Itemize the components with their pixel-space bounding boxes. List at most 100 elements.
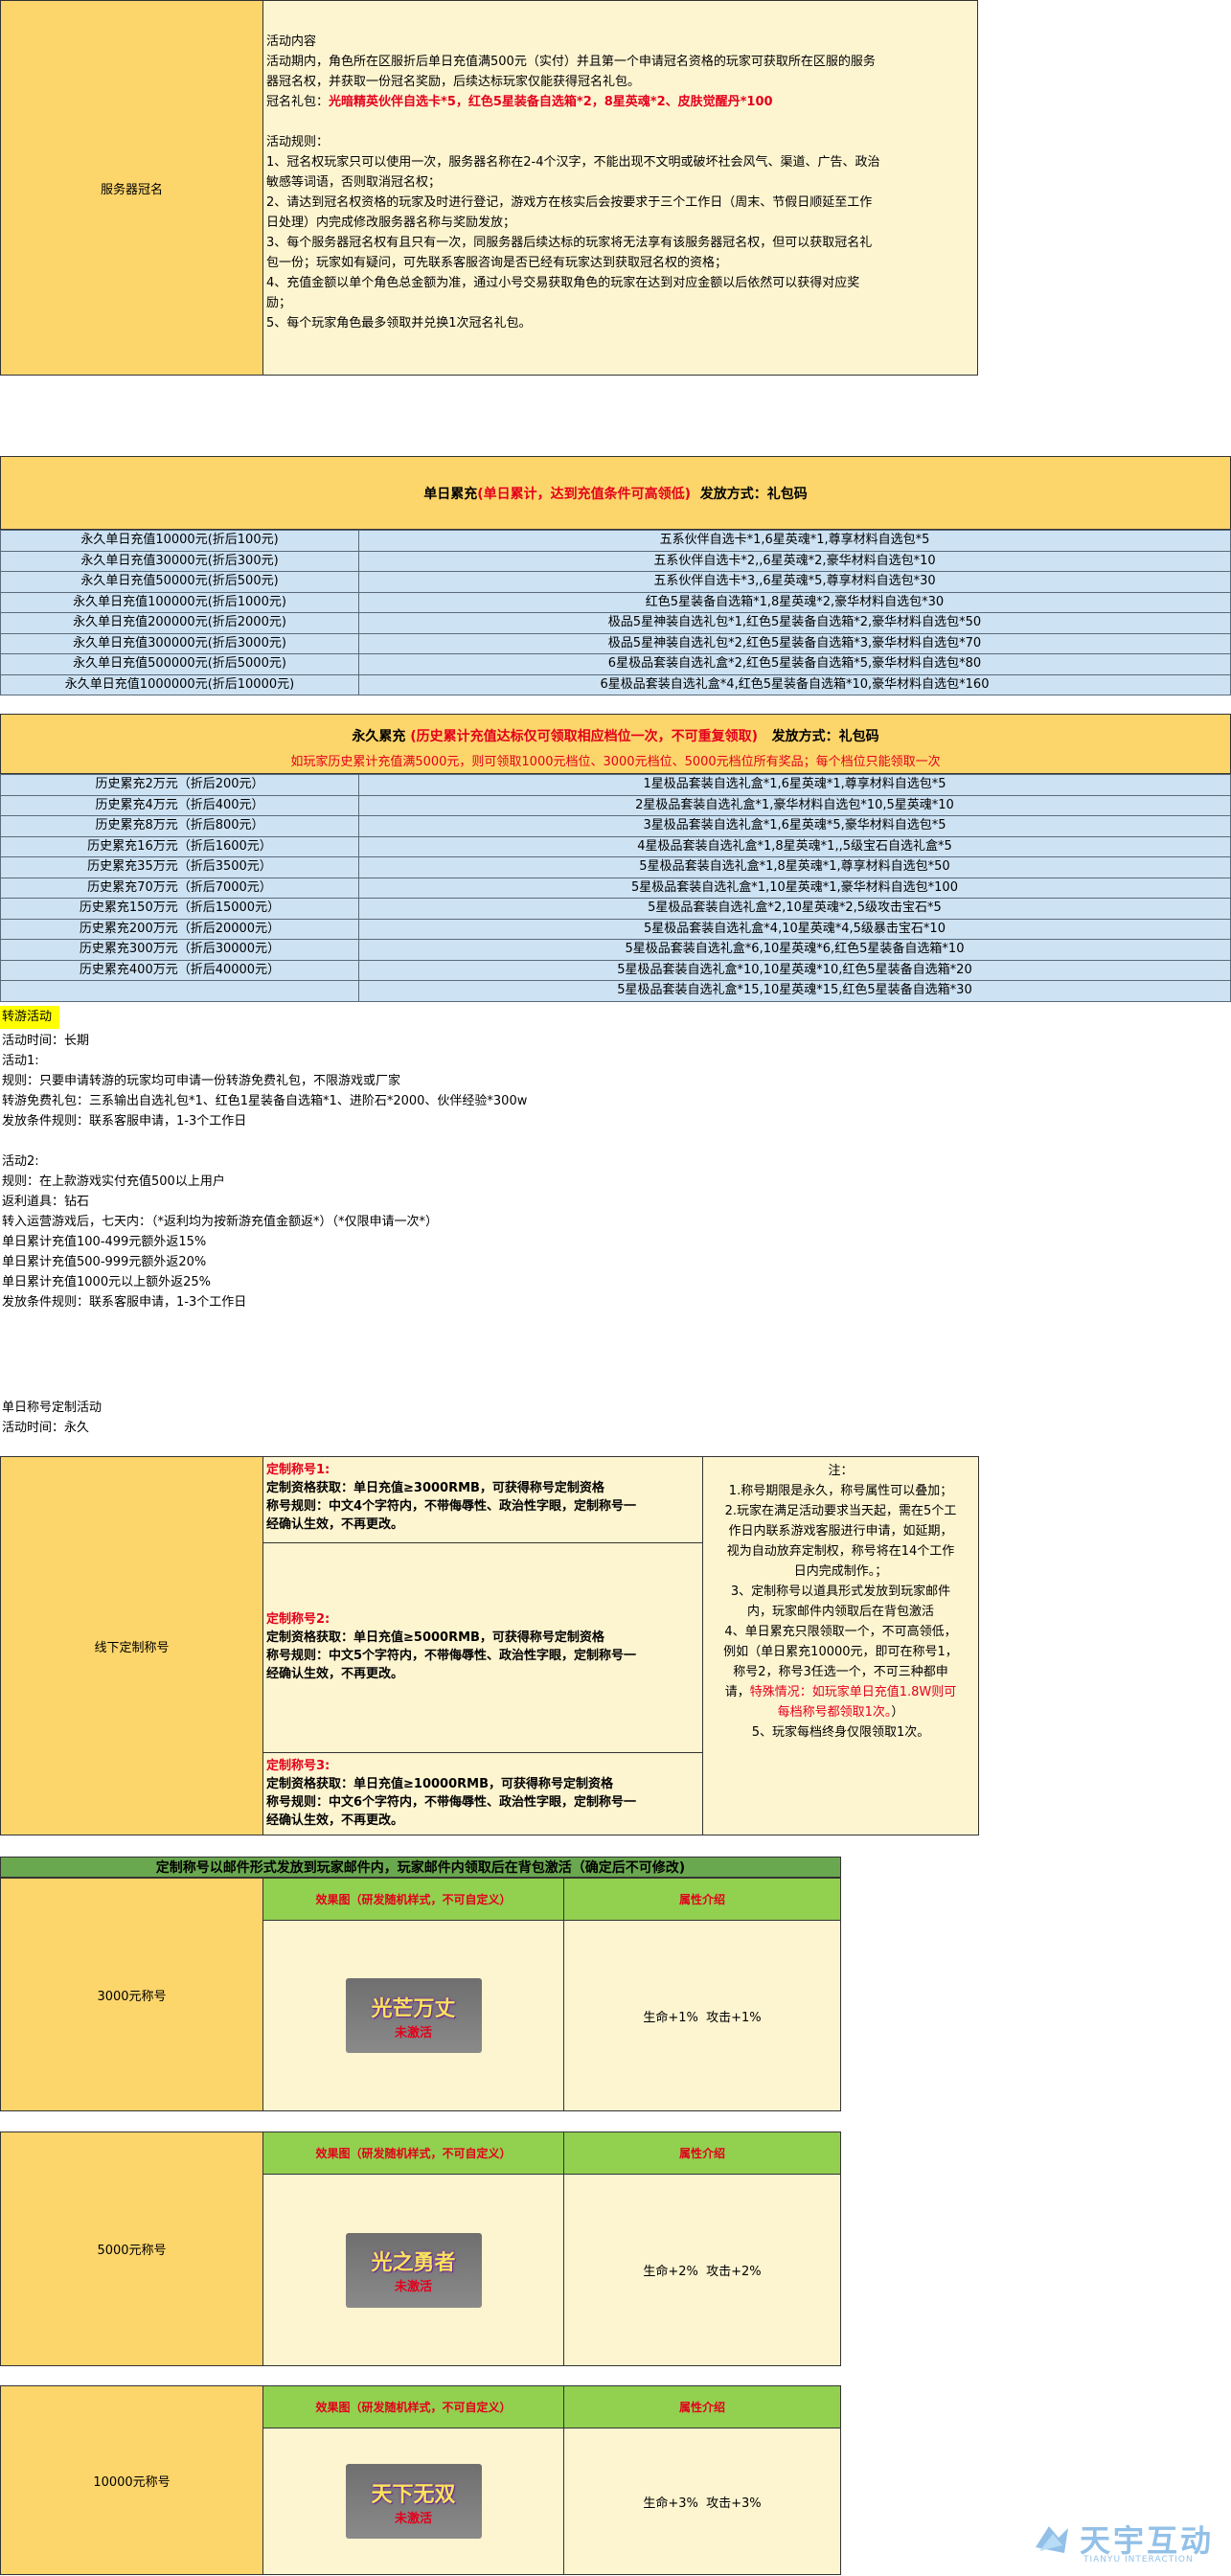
table-row: 历史累充70万元（折后7000元） 5星极品套装自选礼盒*1,10星英魂*1,豪华… bbox=[0, 877, 1231, 899]
custom-label-cell: 线下定制称号 bbox=[0, 1456, 263, 1835]
table-row: 历史累充200万元（折后20000元） 5星极品套装自选礼盒*4,10星英魂*4,… bbox=[0, 918, 1231, 940]
tier-reward-cell: 5星极品套装自选礼盒*15,10星英魂*15,红色5星装备自选箱*30 bbox=[358, 980, 1231, 1002]
rule-line: 敏感等词语，否则取消冠名权； bbox=[266, 175, 442, 190]
title-attr-cell: 生命+2% 攻击+2% bbox=[563, 2174, 841, 2366]
tier-reward-cell: 5星极品套装自选礼盒*1,10星英魂*1,豪华材料自选包*100 bbox=[358, 877, 1231, 899]
rule-line: 3、每个服务器冠名权有且只有一次，同服务器后续达标的玩家将无法享有该服务器冠名权… bbox=[266, 236, 873, 250]
custom-notes: 注： 1.称号期限是永久，称号属性可以叠加； 2.玩家在满足活动要求当天起，需在… bbox=[702, 1456, 979, 1835]
daily-head-red: (单日累计，达到充值条件可高领低) bbox=[477, 486, 692, 502]
title-effect-cell: 光芒万丈 未激活 bbox=[262, 1920, 564, 2111]
table-row: 永久单日充值200000元(折后2000元) 极品5星神装自选礼包*1,红色5星装… bbox=[0, 612, 1231, 634]
tier-condition-cell: 永久单日充值10000元(折后100元) bbox=[0, 530, 359, 552]
table-row: 历史累充16万元（折后1600元） 4星极品套装自选礼盒*1,8星英魂*1,,5级… bbox=[0, 835, 1231, 857]
tier-rule: 定制资格获取：单日充值≥3000RMB，可获得称号定制资格 bbox=[266, 1481, 604, 1495]
table-row: 历史累充8万元（折后800元） 3星极品套装自选礼盒*1,6星英魂*5,豪华材料自… bbox=[0, 815, 1231, 837]
title-art-text: 光芒万丈 bbox=[371, 1995, 456, 2021]
attr-header-text: 属性介绍 bbox=[678, 2401, 725, 2414]
tier-condition-cell: 历史累充4万元（折后400元） bbox=[0, 794, 359, 816]
content-title: 活动内容 bbox=[266, 34, 317, 49]
attr-header-text: 属性介绍 bbox=[678, 2147, 725, 2160]
daily-head-suffix: 发放方式：礼包码 bbox=[691, 486, 808, 502]
transfer-line: 单日累计充值100-499元额外返15% bbox=[2, 1235, 207, 1249]
tier-condition-cell: 历史累充16万元（折后1600元） bbox=[0, 835, 359, 857]
tier-reward-cell: 5星极品套装自选礼盒*10,10星英魂*10,红色5星装备自选箱*20 bbox=[358, 959, 1231, 981]
rule-line: 包一份；玩家如有疑问，可先联系客服咨询是否已经有玩家达到获取冠名权的资格； bbox=[266, 256, 728, 270]
table-row: 历史累充35万元（折后3500元） 5星极品套装自选礼盒*1,8星英魂*1,尊享材… bbox=[0, 856, 1231, 878]
custom-heading: 单日称号定制活动 活动时间：永久 bbox=[2, 1398, 102, 1438]
titles-banner: 定制称号以邮件形式发放到玩家邮件内，玩家邮件内领取后在背包激活（确定后不可修改) bbox=[0, 1857, 841, 1878]
note-line: 4、单日累充只限领取一个，不可高领低， bbox=[724, 1625, 957, 1639]
tier-rule: 称号规则：中文5个字符内，不带侮辱性、政治性字眼，定制称号一 bbox=[266, 1649, 637, 1663]
transfer-line: 转入运营游戏后，七天内：（*返利均为按新游充值金额返*）（*仅限申请一次*） bbox=[2, 1215, 439, 1229]
note-line: 每档称号都领取1次。） bbox=[709, 1702, 972, 1722]
transfer-line: 规则：只要申请转游的玩家均可申请一份转游免费礼包，不限游戏或厂家 bbox=[2, 1074, 401, 1088]
transfer-line bbox=[2, 1131, 864, 1151]
tier-condition-cell: 永久单日充值1000000元(折后10000元) bbox=[0, 673, 359, 695]
tier-condition-cell: 历史累充70万元（折后7000元） bbox=[0, 877, 359, 899]
tier-rule: 经确认生效，不再更改。 bbox=[266, 1813, 404, 1828]
tier-condition-cell: 永久单日充值200000元(折后2000元) bbox=[0, 612, 359, 634]
server-naming-content: 活动内容 活动期内，角色所在区服折后单日充值满500元（实付）并且第一个申请冠名… bbox=[262, 0, 978, 376]
note-title: 注： bbox=[828, 1464, 854, 1478]
title-label: 10000元称号 bbox=[93, 2474, 171, 2490]
tier-condition-cell: 历史累充200万元（折后20000元） bbox=[0, 918, 359, 940]
watermark-logo: 天宇互动 TIANYU INTERACTION bbox=[1030, 2515, 1226, 2572]
title-attr: 生命+2% 攻击+2% bbox=[643, 2265, 762, 2279]
tier-reward-cell: 5星极品套装自选礼盒*6,10星英魂*6,红色5星装备自选箱*10 bbox=[358, 939, 1231, 961]
tier-reward-cell: 2星极品套装自选礼盒*1,豪华材料自选包*10,5星英魂*10 bbox=[358, 794, 1231, 816]
title-art-text: 天下无双 bbox=[371, 2481, 456, 2507]
title-art-image: 光之勇者 未激活 bbox=[345, 2232, 482, 2308]
custom-time: 活动时间：永久 bbox=[2, 1421, 90, 1435]
title-effect-cell: 光之勇者 未激活 bbox=[262, 2174, 564, 2366]
note-red-suffix: ） bbox=[891, 1705, 904, 1720]
history-sub: 如玩家历史累计充值满5000元，则可领取1000元档位、3000元档位、5000… bbox=[290, 755, 941, 769]
tier-condition-cell: 永久单日充值300000元(折后3000元) bbox=[0, 632, 359, 654]
note-line: 2.玩家在满足活动要求当天起，需在5个工 bbox=[724, 1504, 957, 1518]
tier-condition-cell: 历史累充150万元（折后15000元） bbox=[0, 898, 359, 920]
history-table: 历史累充2万元（折后200元） 1星极品套装自选礼盒*1,6星英魂*1,尊享材料自… bbox=[0, 774, 1231, 1002]
note-line: 日内完成制作。； bbox=[793, 1564, 888, 1579]
effect-header-text: 效果图（研发随机样式，不可自定义） bbox=[315, 2147, 512, 2160]
attr-header: 属性介绍 bbox=[563, 1878, 841, 1921]
table-row: 历史累充400万元（折后40000元） 5星极品套装自选礼盒*10,10星英魂*1… bbox=[0, 959, 1231, 981]
tier-reward-cell: 1星极品套装自选礼盒*1,6星英魂*1,尊享材料自选包*5 bbox=[358, 774, 1231, 796]
title-effect-cell: 天下无双 未激活 bbox=[262, 2428, 564, 2575]
transfer-line: 单日累计充值500-999元额外返20% bbox=[2, 1255, 207, 1269]
table-row: 永久单日充值50000元(折后500元) 五系伙伴自选卡*3,,6星英魂*5,尊享… bbox=[0, 571, 1231, 593]
transfer-line: 返利道具：钻石 bbox=[2, 1195, 90, 1209]
note-line: 5、玩家每档终身仅限领取1次。 bbox=[751, 1725, 930, 1740]
transfer-content: 活动时间：长期 活动1: 规则：只要申请转游的玩家均可申请一份转游免费礼包，不限… bbox=[2, 1031, 864, 1312]
tier-rule: 经确认生效，不再更改。 bbox=[266, 1517, 404, 1532]
daily-table: 永久单日充值10000元(折后100元) 五系伙伴自选卡*1,6星英魂*1,尊享材… bbox=[0, 530, 1231, 695]
transfer-line: 活动时间：长期 bbox=[2, 1034, 90, 1048]
custom-tier-1: 定制称号1: 定制资格获取：单日充值≥3000RMB，可获得称号定制资格 称号规… bbox=[262, 1456, 703, 1543]
rule-line: 励； bbox=[266, 296, 292, 310]
title-label-cell: 10000元称号 bbox=[0, 2385, 263, 2575]
title-art-sub: 未激活 bbox=[394, 2511, 432, 2526]
history-header: 永久累充 (历史累计充值达标仅可领取相应档位一次，不可重复领取) 发放方式：礼包… bbox=[0, 714, 1231, 774]
tier-reward-cell: 五系伙伴自选卡*1,6星英魂*1,尊享材料自选包*5 bbox=[358, 530, 1231, 552]
tier-reward-cell: 6星极品套装自选礼盒*2,红色5星装备自选箱*5,豪华材料自选包*80 bbox=[358, 653, 1231, 675]
tier-reward-cell: 极品5星神装自选礼包*1,红色5星装备自选箱*2,豪华材料自选包*50 bbox=[358, 612, 1231, 634]
attr-header: 属性介绍 bbox=[563, 2131, 841, 2175]
server-naming-label-cell: 服务器冠名 bbox=[0, 0, 263, 376]
transfer-line: 活动1: bbox=[2, 1054, 39, 1068]
tier-reward-cell: 五系伙伴自选卡*2,,6星英魂*2,豪华材料自选包*10 bbox=[358, 550, 1231, 572]
table-row: 永久单日充值500000元(折后5000元) 6星极品套装自选礼盒*2,红色5星装… bbox=[0, 653, 1231, 675]
daily-header: 单日累充 (单日累计，达到充值条件可高领低) 发放方式：礼包码 bbox=[0, 456, 1231, 530]
table-row: 历史累充2万元（折后200元） 1星极品套装自选礼盒*1,6星英魂*1,尊享材料自… bbox=[0, 774, 1231, 796]
effect-header-text: 效果图（研发随机样式，不可自定义） bbox=[315, 2401, 512, 2414]
rule-line: 日处理）内完成修改服务器名称与奖励发放； bbox=[266, 216, 516, 230]
history-head-suffix: 发放方式：礼包码 bbox=[762, 729, 879, 744]
transfer-line: 规则：在上款游戏实付充值500以上用户 bbox=[2, 1174, 225, 1189]
tier-condition-cell: 历史累充35万元（折后3500元） bbox=[0, 856, 359, 878]
table-row: 永久单日充值30000元(折后300元) 五系伙伴自选卡*2,,6星英魂*2,豪华… bbox=[0, 550, 1231, 572]
tier-name: 定制称号3: bbox=[266, 1759, 331, 1773]
tier-reward-cell: 极品5星神装自选礼包*2,红色5星装备自选箱*3,豪华材料自选包*70 bbox=[358, 632, 1231, 654]
transfer-title-text: 转游活动 bbox=[2, 1010, 53, 1024]
tier-rule: 定制资格获取：单日充值≥5000RMB，可获得称号定制资格 bbox=[266, 1630, 604, 1645]
table-row: 历史累充150万元（折后15000元） 5星极品套装自选礼盒*2,10星英魂*2,… bbox=[0, 898, 1231, 920]
note-line: 作日内联系游戏客服进行申请，如延期， bbox=[728, 1524, 953, 1539]
effect-header: 效果图（研发随机样式，不可自定义） bbox=[262, 2131, 564, 2175]
title-attr: 生命+1% 攻击+1% bbox=[643, 2010, 762, 2025]
